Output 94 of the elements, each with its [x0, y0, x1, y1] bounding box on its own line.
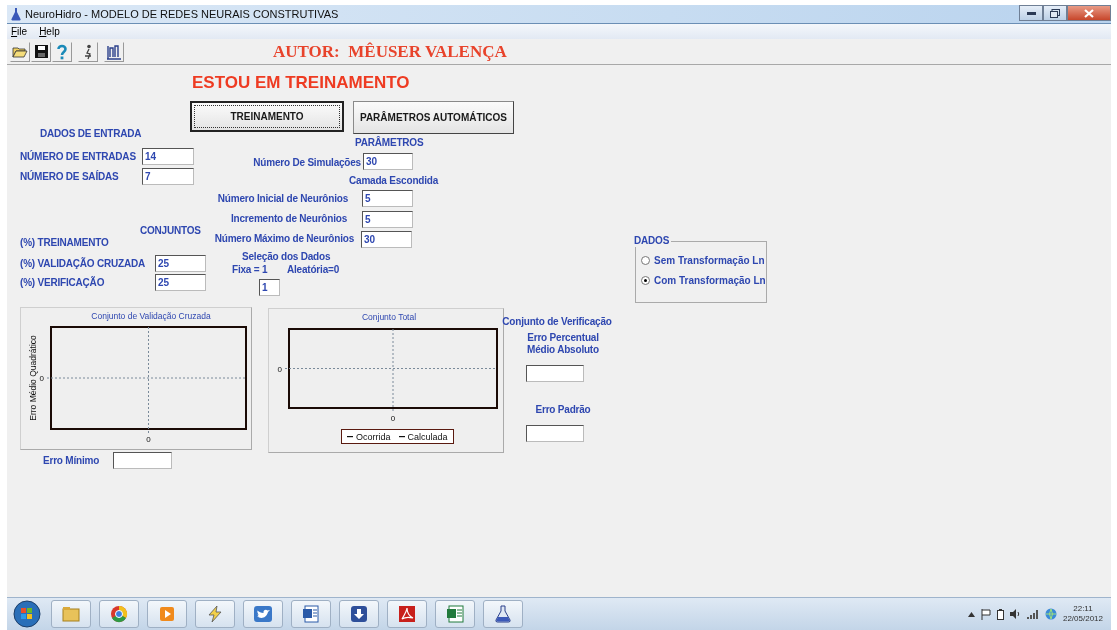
input-field[interactable]: 5	[362, 211, 413, 228]
section-title: CONJUNTOS	[140, 225, 201, 237]
flask-icon	[11, 7, 21, 21]
pdf-icon	[399, 606, 415, 622]
input-field[interactable]: 25	[155, 255, 206, 272]
input-field[interactable]	[526, 425, 584, 442]
legend-line-icon	[398, 435, 405, 438]
speaker-icon	[1009, 609, 1021, 619]
section-title: DADOS DE ENTRADA	[40, 128, 142, 140]
author-text: AUTOR: MÊUSER VALENÇA	[273, 41, 507, 62]
group-title: DADOS	[634, 235, 672, 247]
start-orb-icon	[13, 600, 41, 628]
arrow-up-icon	[967, 611, 975, 617]
field-label: Fixa = 1	[232, 264, 268, 276]
field-label: (%) VALIDAÇÃO CRUZADA	[20, 258, 146, 270]
toolbar-button[interactable]	[78, 41, 98, 62]
tab-button[interactable]: PARÂMETROS AUTOMÁTICOS	[353, 101, 514, 134]
close-button[interactable]	[1067, 5, 1111, 21]
input-field[interactable]	[526, 365, 584, 382]
document-icon	[303, 605, 319, 623]
legend-line-icon	[347, 435, 353, 438]
taskbar-button[interactable]	[339, 600, 379, 628]
axis-tick-label: 0	[39, 374, 44, 383]
axis-tick-label: 0	[146, 435, 151, 444]
field-label: Aleatória=0	[287, 264, 339, 276]
chart-icon	[106, 43, 122, 60]
field-label: Incremento de Neurônios	[231, 213, 347, 225]
figure-icon	[83, 43, 93, 60]
taskbar-button[interactable]	[291, 600, 331, 628]
save-icon	[34, 45, 48, 58]
close-icon	[1084, 8, 1094, 18]
field-label: Erro Padrão	[535, 404, 591, 416]
chart-title: Conjunto Total	[361, 312, 417, 322]
folder-icon	[12, 45, 28, 58]
download-icon	[351, 606, 367, 622]
input-field[interactable]: 30	[363, 153, 413, 170]
status-text: ESTOU EM TREINAMENTO	[192, 73, 410, 93]
minimize-icon	[1026, 11, 1036, 15]
clock-date: 22/05/2012	[1062, 614, 1103, 624]
input-field[interactable]: 1	[259, 279, 280, 296]
section-title: Conjunto de Verificação	[502, 316, 612, 328]
menu-item[interactable]: Help	[38, 26, 61, 37]
clock-time: 22:11	[1073, 604, 1093, 614]
folder-icon	[62, 607, 80, 622]
menu-item[interactable]: File	[10, 26, 29, 37]
section-title: Camada Escondida	[349, 175, 439, 187]
section-title: Seleção dos Dados	[242, 251, 331, 263]
spreadsheet-icon	[447, 605, 464, 623]
taskbar-button[interactable]	[99, 600, 139, 628]
input-field[interactable]: 5	[362, 190, 413, 207]
lightning-icon	[208, 605, 222, 623]
restore-icon	[1050, 8, 1060, 18]
taskbar-button[interactable]	[243, 600, 283, 628]
field-label: (%) VERIFICAÇÃO	[20, 277, 105, 289]
tab-button[interactable]: TREINAMENTO	[190, 101, 344, 132]
bird-icon	[254, 606, 272, 622]
window-title: NeuroHidro - MODELO DE REDES NEURAIS CONSTRUTIVAS	[25, 8, 339, 20]
help-icon	[57, 43, 67, 60]
play-icon	[160, 607, 174, 621]
field-label: Número De Simulações	[253, 157, 361, 169]
minimize-button[interactable]	[1019, 5, 1043, 21]
taskbar-button[interactable]	[483, 600, 523, 628]
maximize-button[interactable]	[1043, 5, 1067, 21]
radio-option[interactable]: Sem Transformação Ln	[641, 255, 765, 266]
field-label: (%) TREINAMENTO	[20, 237, 109, 249]
section-title: PARÂMETROS	[355, 137, 424, 149]
field-label: NÚMERO DE SAÍDAS	[20, 171, 119, 183]
taskbar-button[interactable]	[435, 600, 475, 628]
taskbar-button[interactable]	[387, 600, 427, 628]
chart-title: Conjunto de Validação Cruzada	[91, 311, 211, 321]
legend-label: Calculada	[407, 431, 448, 442]
battery-icon	[996, 608, 1004, 620]
field-label: Erro Percentual Médio Absoluto	[527, 332, 599, 356]
radio-option[interactable]: Com Transformação Ln	[641, 275, 766, 286]
axis-tick-label: 0	[390, 414, 396, 423]
field-label: NÚMERO DE ENTRADAS	[20, 151, 136, 163]
axis-tick-label: 0	[277, 364, 282, 374]
toolbar-button[interactable]	[31, 41, 51, 62]
flask-icon	[495, 605, 511, 623]
field-label: Número Inicial de Neurônios	[217, 193, 348, 205]
input-field[interactable]: 30	[361, 231, 412, 248]
input-field[interactable]: 7	[142, 168, 194, 185]
legend-label: Ocorrida	[356, 431, 391, 442]
input-field[interactable]: 14	[142, 148, 194, 165]
field-label: Erro Mínimo	[43, 455, 100, 467]
start-button[interactable]	[11, 600, 43, 628]
signal-icon	[1026, 609, 1039, 619]
flag-icon	[980, 608, 991, 620]
network-icon	[1044, 608, 1057, 620]
circle-icon	[111, 606, 128, 623]
input-field[interactable]	[113, 452, 172, 469]
field-label: Número Máximo de Neurônios	[214, 233, 354, 245]
input-field[interactable]: 25	[155, 274, 206, 291]
axis-label: Erro Médio Quadrático	[28, 335, 38, 421]
